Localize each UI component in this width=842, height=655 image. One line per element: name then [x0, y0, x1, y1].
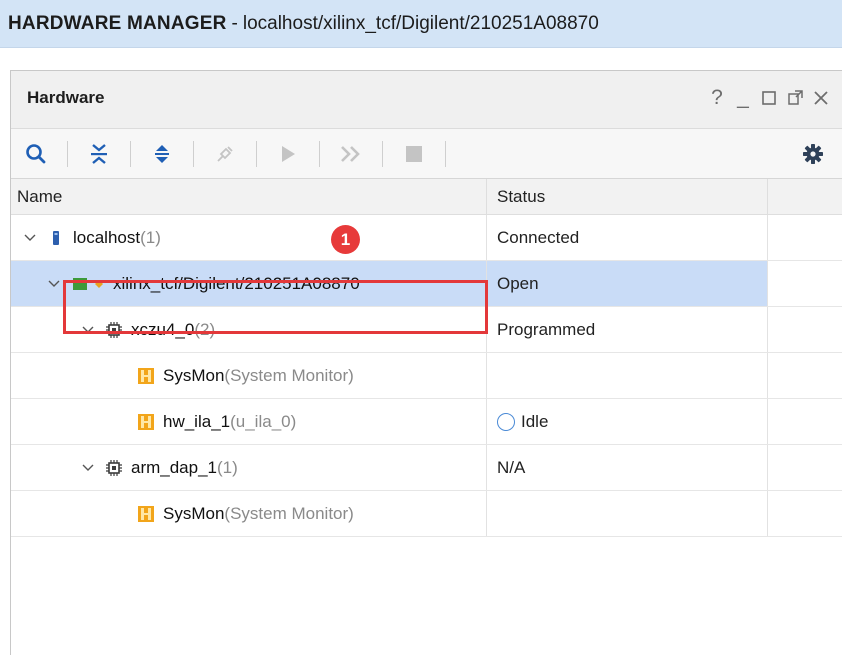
toolbar-separator — [130, 140, 131, 167]
auto-connect-button[interactable] — [210, 137, 240, 171]
close-button[interactable] — [808, 85, 834, 111]
node-status: N/A — [487, 445, 768, 490]
node-status — [487, 491, 768, 536]
run-icon — [282, 145, 295, 162]
minimize-button[interactable]: _ — [730, 85, 756, 111]
node-label: xczu4_0 — [131, 319, 195, 339]
column-header-status[interactable]: Status — [487, 179, 768, 214]
node-status: Open — [487, 261, 768, 306]
debug-core-icon — [137, 505, 155, 523]
node-status — [487, 353, 768, 398]
node-count: (1) — [217, 457, 238, 477]
tree-row-sysmon[interactable]: SysMon (System Monitor) — [11, 353, 842, 399]
toolbar-separator — [193, 140, 194, 167]
idle-status-icon — [497, 412, 515, 431]
close-icon — [814, 90, 828, 105]
toolbar — [11, 129, 842, 179]
node-detail: (System Monitor) — [224, 365, 354, 385]
node-label: localhost — [73, 227, 141, 247]
float-icon — [787, 90, 803, 105]
collapse-all-icon — [91, 143, 107, 164]
collapse-all-button[interactable] — [84, 137, 114, 171]
run-immediate-icon — [341, 145, 360, 162]
tree-cell-name: SysMon (System Monitor) — [11, 353, 487, 398]
chevron-down-icon[interactable] — [79, 459, 97, 477]
tree-row-ila[interactable]: hw_ila_1 (u_ila_0) Idle — [11, 399, 842, 445]
node-status: Connected — [487, 215, 768, 260]
step-badge: 1 — [331, 225, 360, 254]
debug-core-icon — [137, 413, 155, 431]
run-trigger-button[interactable] — [273, 137, 303, 171]
hardware-panel: Hardware ? _ Name Status localhost (1) C… — [10, 70, 842, 655]
run-immediate-button[interactable] — [336, 137, 366, 171]
maximize-button[interactable] — [756, 85, 782, 111]
board-icon — [71, 275, 89, 293]
node-status: Programmed — [487, 307, 768, 352]
node-detail: (u_ila_0) — [230, 411, 297, 431]
chevron-down-icon[interactable] — [79, 321, 97, 339]
tree-cell-name: SysMon (System Monitor) — [11, 491, 487, 536]
panel-controls: ? _ — [704, 85, 834, 111]
node-label: SysMon — [163, 503, 225, 523]
node-label: hw_ila_1 — [163, 411, 231, 431]
tree-row-arm-dap[interactable]: arm_dap_1 (1) N/A — [11, 445, 842, 491]
app-title: HARDWARE MANAGER — [8, 12, 227, 34]
search-button[interactable] — [21, 137, 51, 171]
settings-button[interactable] — [800, 141, 826, 167]
column-header-name[interactable]: Name — [11, 179, 487, 214]
tree-cell-name: localhost (1) — [11, 215, 487, 260]
node-label: xilinx_tcf/Digilent/210251A08870 — [113, 273, 360, 293]
node-status: Idle — [521, 411, 549, 431]
gear-icon — [803, 144, 823, 164]
maximize-icon — [762, 90, 776, 105]
chip-icon — [105, 321, 123, 339]
chevron-down-icon[interactable] — [45, 275, 63, 293]
title-separator: - — [231, 12, 238, 34]
target-path: localhost/xilinx_tcf/Digilent/210251A088… — [242, 12, 599, 34]
tree-cell-name: arm_dap_1 (1) — [11, 445, 487, 490]
float-button[interactable] — [782, 85, 808, 111]
panel-title: Hardware — [27, 87, 105, 107]
auto-connect-icon — [217, 145, 233, 162]
node-label: SysMon — [163, 365, 225, 385]
chevron-down-icon[interactable] — [21, 229, 39, 247]
node-label: arm_dap_1 — [131, 457, 218, 477]
expand-all-icon — [155, 144, 169, 163]
tree-row-target[interactable]: xilinx_tcf/Digilent/210251A08870 Open — [11, 261, 842, 307]
node-count: (2) — [194, 319, 216, 339]
table-header: Name Status — [11, 179, 842, 215]
tree-cell-name: xczu4_0 (2) — [11, 307, 487, 352]
tree-cell-name: hw_ila_1 (u_ila_0) — [11, 399, 487, 444]
app-header: HARDWARE MANAGER - localhost/xilinx_tcf/… — [0, 0, 842, 48]
stop-button[interactable] — [399, 137, 429, 171]
panel-header: Hardware ? _ — [11, 71, 842, 129]
toolbar-separator — [445, 140, 446, 167]
toolbar-separator — [67, 140, 68, 167]
node-count: (1) — [140, 227, 161, 247]
stop-icon — [406, 145, 422, 162]
search-icon — [26, 143, 46, 163]
node-detail: (System Monitor) — [224, 503, 354, 523]
tree-row-localhost[interactable]: localhost (1) Connected — [11, 215, 842, 261]
node-status-cell: Idle — [487, 399, 768, 444]
connection-icon — [93, 275, 105, 293]
tree-row-device[interactable]: xczu4_0 (2) Programmed — [11, 307, 842, 353]
toolbar-separator — [256, 140, 257, 167]
chip-icon — [105, 459, 123, 477]
tree-cell-name: xilinx_tcf/Digilent/210251A08870 — [11, 261, 487, 306]
toolbar-separator — [382, 140, 383, 167]
toolbar-separator — [319, 140, 320, 167]
help-button[interactable]: ? — [704, 85, 730, 111]
tree-row-sysmon[interactable]: SysMon (System Monitor) — [11, 491, 842, 537]
expand-all-button[interactable] — [147, 137, 177, 171]
server-icon — [47, 229, 65, 247]
debug-core-icon — [137, 367, 155, 385]
